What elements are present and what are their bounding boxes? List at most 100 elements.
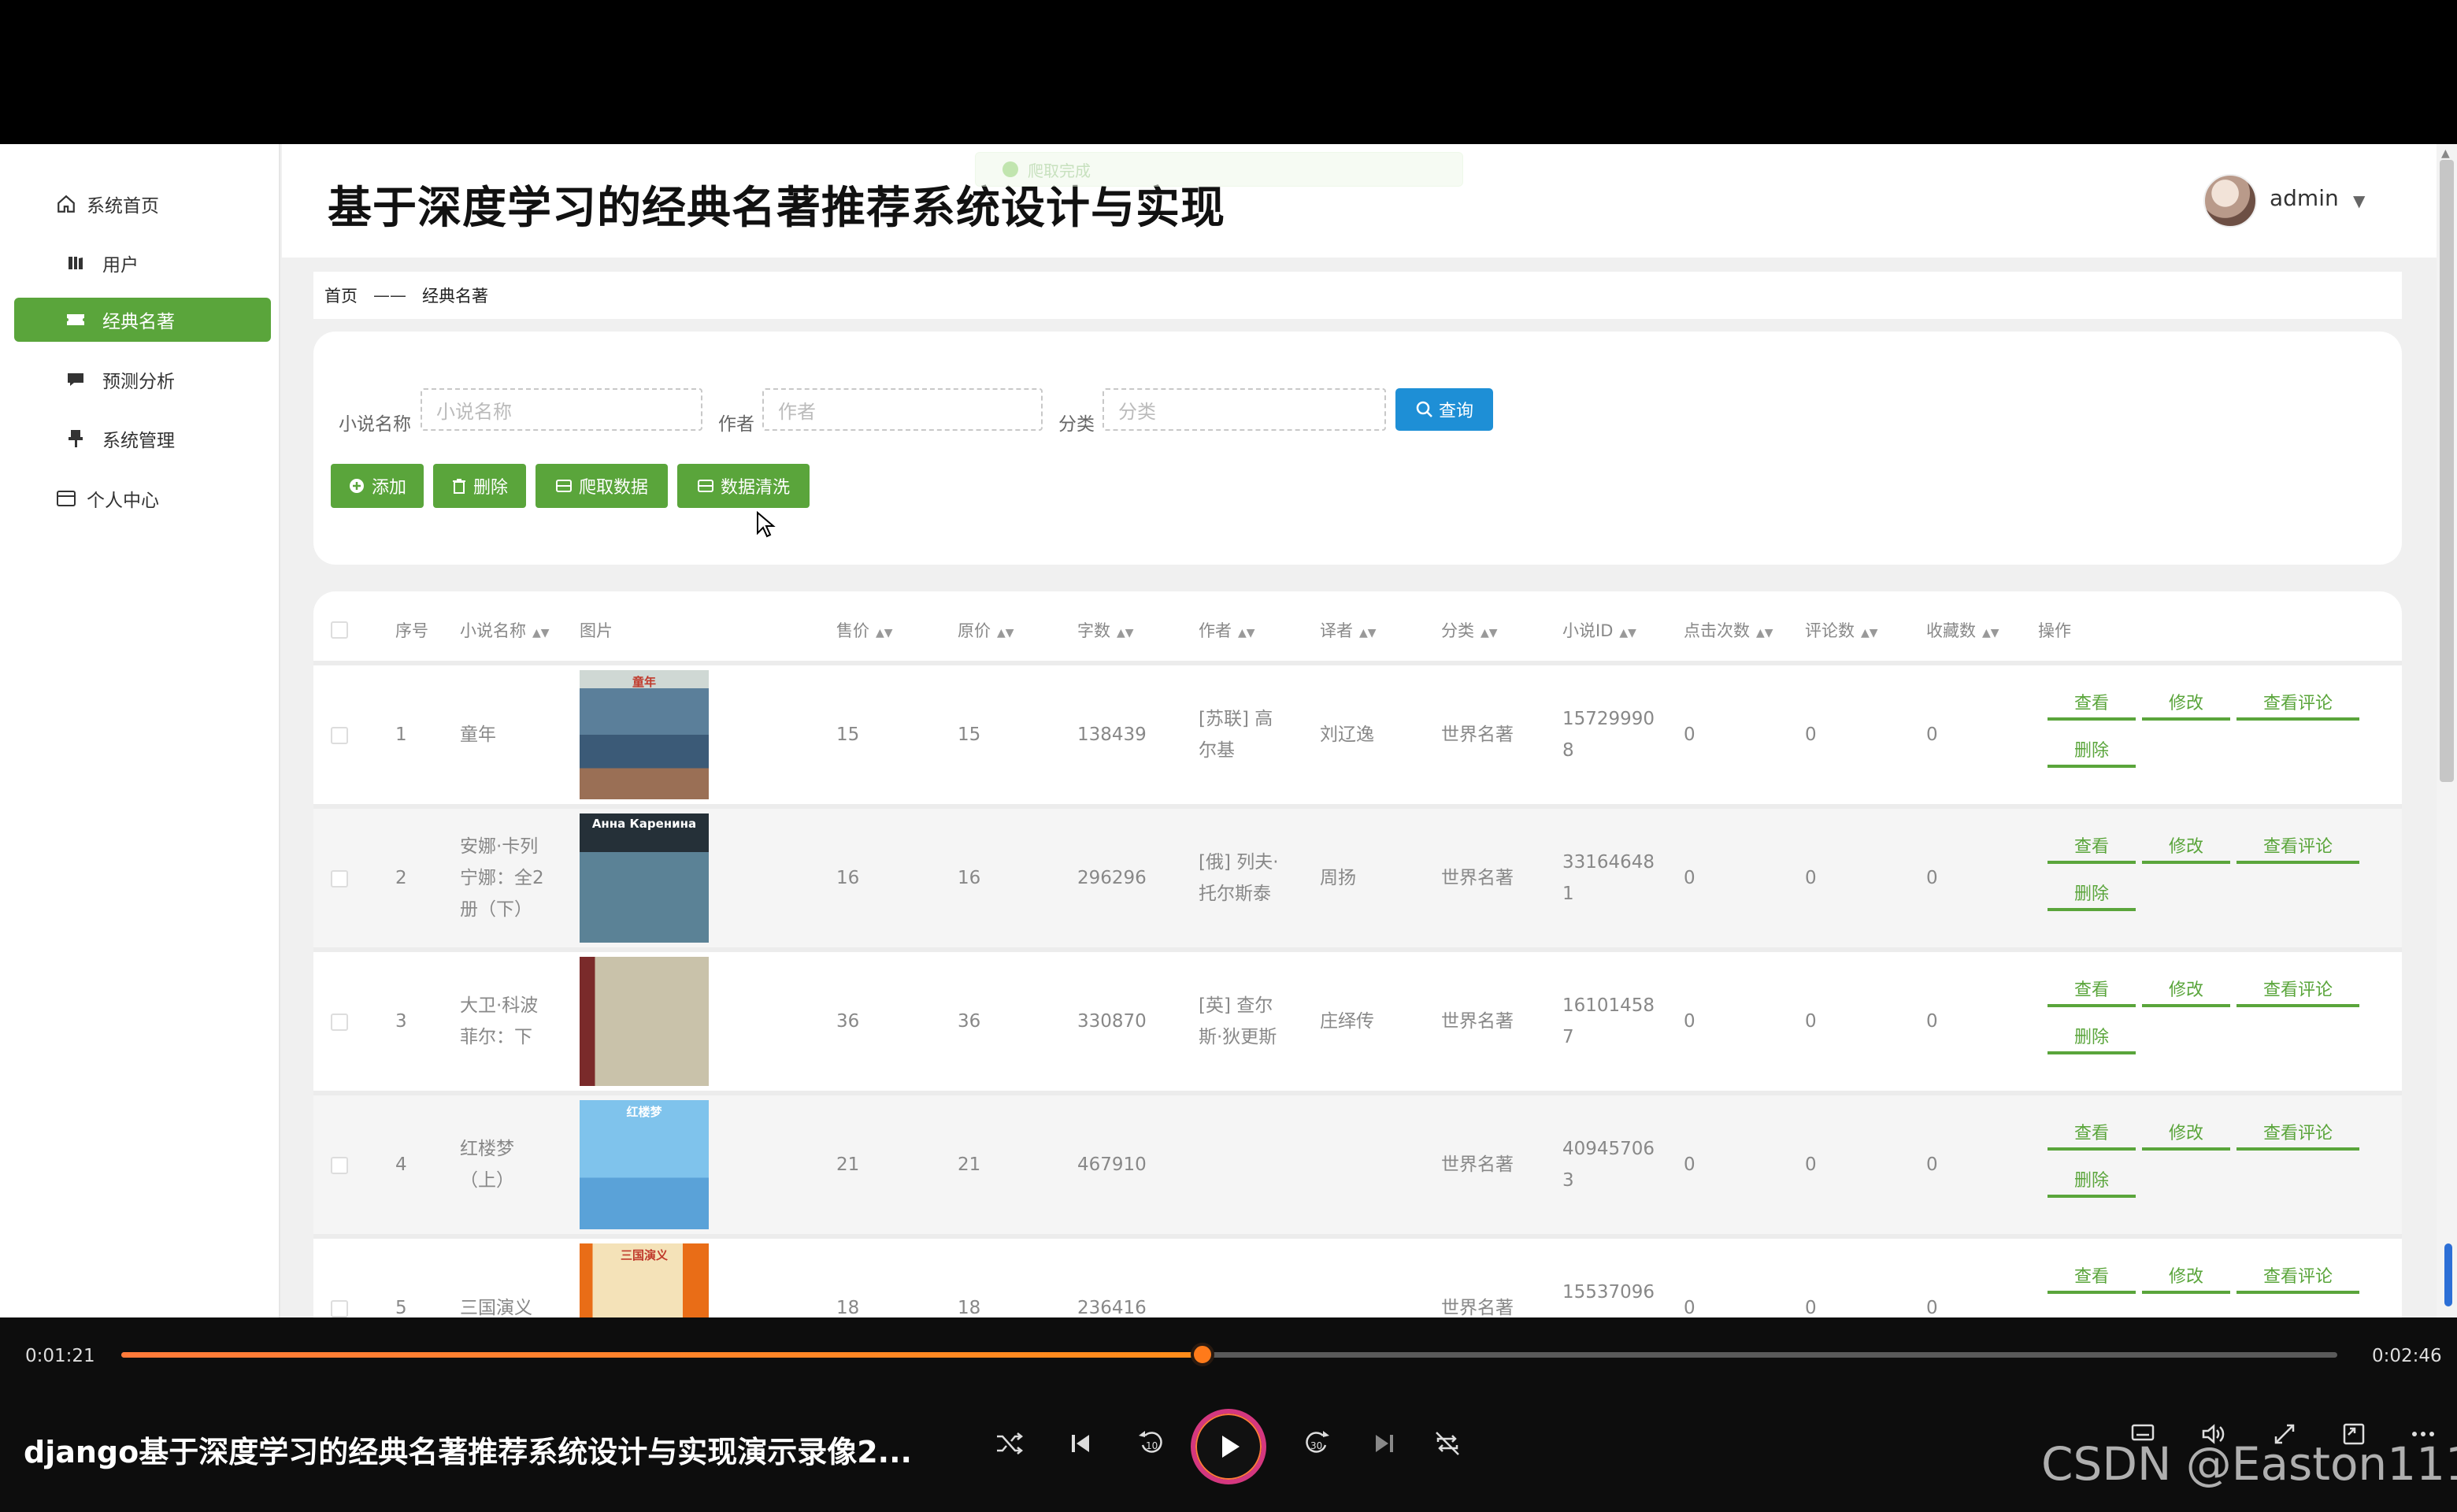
view-button[interactable]: 查看 <box>2048 973 2136 1007</box>
cell-name: 童年 <box>460 719 496 750</box>
sort-icon[interactable]: ▲▼ <box>1117 627 1134 639</box>
author-search-input[interactable]: 作者 <box>762 388 1043 431</box>
cell-orig-price: 16 <box>958 862 980 894</box>
sort-icon[interactable]: ▲▼ <box>1238 627 1255 639</box>
search-icon <box>1416 401 1432 417</box>
shuffle-icon[interactable] <box>986 1420 1033 1467</box>
view-comments-button[interactable]: 查看评论 <box>2236 1259 2359 1294</box>
sort-icon[interactable]: ▲▼ <box>1359 627 1377 639</box>
delete-row-button[interactable]: 删除 <box>2048 1163 2136 1198</box>
row-checkbox[interactable] <box>331 1157 348 1174</box>
sort-icon[interactable]: ▲▼ <box>532 627 550 639</box>
sidebar-item-analysis[interactable]: 预测分析 <box>14 358 271 402</box>
name-search-input[interactable]: 小说名称 <box>421 388 702 431</box>
view-comments-button[interactable]: 查看评论 <box>2236 829 2359 864</box>
progress-track[interactable] <box>121 1343 2337 1366</box>
edit-button[interactable]: 修改 <box>2142 829 2230 864</box>
cell-translator: 庄绎传 <box>1320 1006 1374 1037</box>
sort-icon[interactable]: ▲▼ <box>1619 627 1636 639</box>
header-price[interactable]: 售价 ▲▼ <box>836 618 893 642</box>
header-comments[interactable]: 评论数 ▲▼ <box>1805 618 1878 642</box>
header-comments-label: 评论数 <box>1805 621 1855 640</box>
header-name[interactable]: 小说名称 ▲▼ <box>460 618 550 642</box>
user-name[interactable]: admin <box>2270 185 2339 211</box>
breadcrumb-current: 经典名著 <box>422 287 488 306</box>
scrollbar-thumb[interactable] <box>2440 160 2454 782</box>
edit-button[interactable]: 修改 <box>2142 973 2230 1007</box>
sidebar-item-profile[interactable]: 个人中心 <box>14 476 271 521</box>
header-words[interactable]: 字数 ▲▼ <box>1077 618 1134 642</box>
row-checkbox[interactable] <box>331 870 348 888</box>
add-button[interactable]: 添加 <box>331 464 424 508</box>
row-checkbox[interactable] <box>331 1014 348 1031</box>
delete-button[interactable]: 删除 <box>433 464 526 508</box>
view-button[interactable]: 查看 <box>2048 829 2136 864</box>
sort-icon[interactable]: ▲▼ <box>997 627 1014 639</box>
play-button[interactable] <box>1191 1409 1266 1484</box>
scroll-up-icon[interactable]: ▲ <box>2441 147 2450 160</box>
edit-button[interactable]: 修改 <box>2142 1259 2230 1294</box>
select-all-checkbox[interactable] <box>331 621 348 639</box>
header-price-label: 售价 <box>836 621 869 640</box>
header-novel-id[interactable]: 小说ID ▲▼ <box>1562 618 1636 642</box>
delete-row-button[interactable]: 删除 <box>2048 876 2136 911</box>
cell-author-line: 尔基 <box>1199 740 1235 761</box>
home-icon <box>54 191 79 217</box>
cell-comments-line: 0 <box>1805 868 1817 888</box>
caret-down-icon[interactable]: ▼ <box>2353 191 2365 210</box>
cell-name: 安娜·卡列 宁娜：全2 册（下） <box>460 831 544 925</box>
top-header: 基于深度学习的经典名著推荐系统设计与实现 爬取完成 admin ▼ <box>282 144 2440 258</box>
view-comments-button[interactable]: 查看评论 <box>2236 1116 2359 1151</box>
progress-knob[interactable] <box>1191 1343 1215 1366</box>
cell-author-line: 托尔斯泰 <box>1199 884 1271 904</box>
vertical-scrollbar[interactable]: ▲ <box>2437 144 2457 1317</box>
category-search-input[interactable]: 分类 <box>1102 388 1386 431</box>
sidebar-item-classics[interactable]: 经典名著 <box>14 298 271 342</box>
sidebar-item-users[interactable]: 用户 <box>14 241 271 285</box>
view-comments-button[interactable]: 查看评论 <box>2236 973 2359 1007</box>
row-checkbox[interactable] <box>331 727 348 744</box>
edit-button[interactable]: 修改 <box>2142 1116 2230 1151</box>
header-clicks[interactable]: 点击次数 ▲▼ <box>1684 618 1773 642</box>
cell-author-line: [俄] 列夫· <box>1199 852 1279 873</box>
breadcrumb-home[interactable]: 首页 <box>324 284 358 307</box>
view-button[interactable]: 查看 <box>2048 686 2136 721</box>
header-favorites[interactable]: 收藏数 ▲▼ <box>1926 618 1999 642</box>
total-time: 0:02:46 <box>2372 1346 2442 1366</box>
header-translator[interactable]: 译者 ▲▼ <box>1320 618 1377 642</box>
view-button[interactable]: 查看 <box>2048 1259 2136 1294</box>
sidebar-item-home[interactable]: 系统首页 <box>14 182 271 226</box>
next-icon[interactable] <box>1361 1420 1408 1467</box>
previous-icon[interactable] <box>1057 1420 1104 1467</box>
cell-clicks: 0 <box>1684 1292 1695 1317</box>
cell-favorites-line: 0 <box>1926 724 1938 745</box>
query-button[interactable]: 查询 <box>1395 388 1493 431</box>
sort-icon[interactable]: ▲▼ <box>1861 627 1878 639</box>
rewind-10-icon[interactable]: 10 <box>1128 1420 1175 1467</box>
cell-category-line: 世界名著 <box>1441 1154 1514 1175</box>
sidebar-item-system[interactable]: 系统管理 <box>14 417 271 461</box>
row-checkbox[interactable] <box>331 1300 348 1317</box>
sidebar-item-label: 系统首页 <box>87 196 159 217</box>
cell-price-line: 36 <box>836 1011 860 1032</box>
crawl-button[interactable]: 爬取数据 <box>536 464 668 508</box>
sort-icon[interactable]: ▲▼ <box>876 627 893 639</box>
avatar[interactable] <box>2203 174 2257 228</box>
delete-row-button[interactable]: 删除 <box>2048 1020 2136 1054</box>
watermark: CSDN @Easton111 <box>2041 1437 2457 1491</box>
delete-row-button[interactable]: 删除 <box>2048 733 2136 768</box>
forward-30-icon[interactable]: 30 <box>1293 1420 1340 1467</box>
loop-off-icon[interactable] <box>1424 1420 1471 1467</box>
sort-icon[interactable]: ▲▼ <box>1480 627 1498 639</box>
view-comments-button[interactable]: 查看评论 <box>2236 686 2359 721</box>
sort-icon[interactable]: ▲▼ <box>1756 627 1773 639</box>
sidebar-item-label: 系统管理 <box>102 431 175 451</box>
header-orig-price[interactable]: 原价 ▲▼ <box>958 618 1014 642</box>
header-category[interactable]: 分类 ▲▼ <box>1441 618 1498 642</box>
cell-comments-line: 0 <box>1805 1154 1817 1175</box>
clean-data-button[interactable]: 数据清洗 <box>677 464 810 508</box>
header-author[interactable]: 作者 ▲▼ <box>1199 618 1255 642</box>
edit-button[interactable]: 修改 <box>2142 686 2230 721</box>
sort-icon[interactable]: ▲▼ <box>1982 627 1999 639</box>
view-button[interactable]: 查看 <box>2048 1116 2136 1151</box>
